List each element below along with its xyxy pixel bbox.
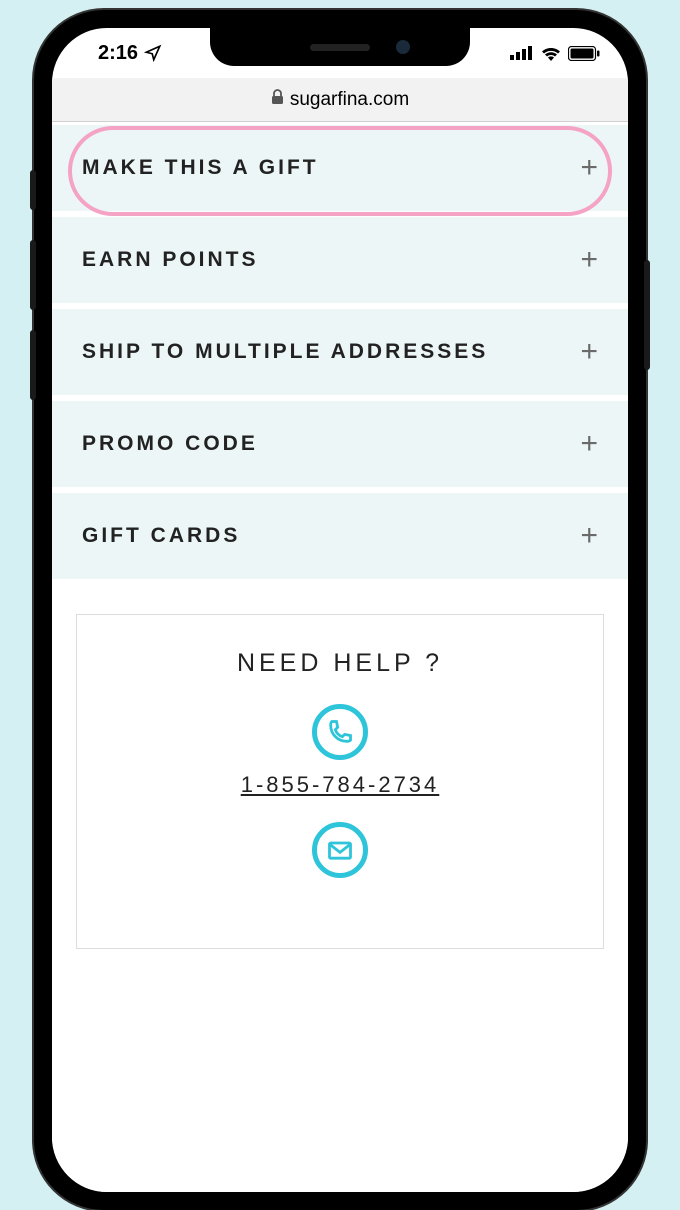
location-arrow-icon — [144, 44, 162, 62]
status-right — [510, 45, 600, 61]
accordion-label: GIFT CARDS — [82, 524, 240, 548]
speaker — [310, 44, 370, 51]
phone-screen: 2:16 — [52, 28, 628, 1192]
help-title: NEED HELP ? — [97, 649, 583, 678]
status-time: 2:16 — [98, 42, 138, 65]
browser-url-bar[interactable]: sugarfina.com — [52, 78, 628, 122]
accordion-earn-points[interactable]: EARN POINTS + — [52, 214, 628, 306]
status-left: 2:16 — [80, 42, 162, 65]
help-phone-item: 1-855-784-2734 — [97, 704, 583, 798]
accordion-label: MAKE THIS A GIFT — [82, 156, 319, 180]
help-email-item — [97, 822, 583, 890]
accordion-label: PROMO CODE — [82, 432, 258, 456]
help-box: NEED HELP ? 1-855-784-2734 — [76, 614, 604, 949]
phone-icon[interactable] — [312, 704, 368, 760]
accordion-label: EARN POINTS — [82, 248, 259, 272]
plus-icon: + — [580, 245, 598, 275]
mute-switch — [30, 170, 36, 210]
plus-icon: + — [580, 429, 598, 459]
accordion-make-gift[interactable]: MAKE THIS A GIFT + — [52, 122, 628, 214]
phone-notch — [210, 28, 470, 66]
power-button — [644, 260, 650, 370]
phone-link[interactable]: 1-855-784-2734 — [97, 772, 583, 798]
battery-icon — [568, 46, 600, 61]
accordion-ship-multiple[interactable]: SHIP TO MULTIPLE ADDRESSES + — [52, 306, 628, 398]
accordion-label: SHIP TO MULTIPLE ADDRESSES — [82, 340, 488, 364]
page-content: MAKE THIS A GIFT + EARN POINTS + SHIP TO… — [52, 122, 628, 1192]
wifi-icon — [540, 45, 562, 61]
lock-icon — [271, 89, 284, 111]
accordion-gift-cards[interactable]: GIFT CARDS + — [52, 490, 628, 582]
plus-icon: + — [580, 337, 598, 367]
plus-icon: + — [580, 521, 598, 551]
volume-down-button — [30, 330, 36, 400]
plus-icon: + — [580, 153, 598, 183]
accordion-promo-code[interactable]: PROMO CODE + — [52, 398, 628, 490]
cellular-signal-icon — [510, 46, 534, 60]
front-camera — [396, 40, 410, 54]
url-domain: sugarfina.com — [290, 89, 409, 111]
volume-up-button — [30, 240, 36, 310]
email-icon[interactable] — [312, 822, 368, 878]
phone-frame: 2:16 — [34, 10, 646, 1210]
